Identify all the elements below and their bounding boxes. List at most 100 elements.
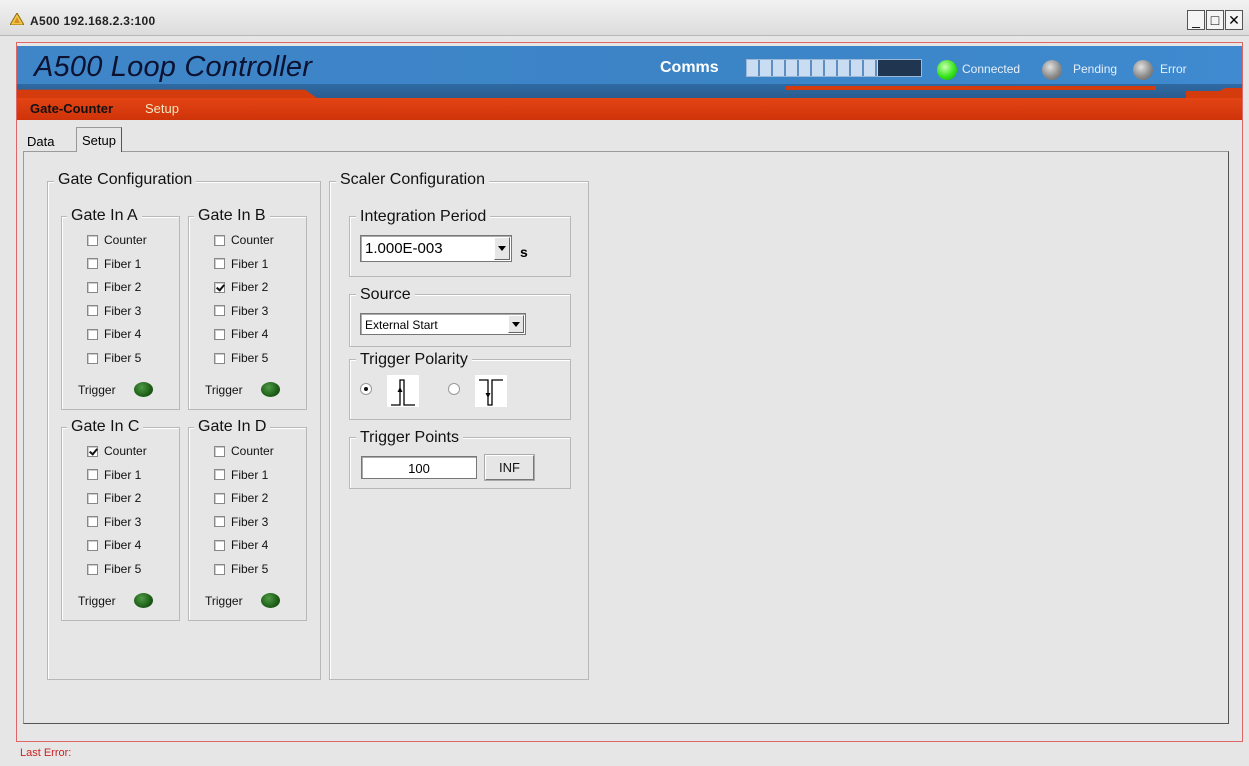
gate-in-a-option[interactable]: Fiber 5 — [87, 351, 141, 365]
gate-in-c-option[interactable]: Fiber 5 — [87, 562, 141, 576]
gate-in-d-checkbox[interactable] — [214, 563, 225, 575]
gate-in-a-option-label: Fiber 5 — [104, 351, 142, 365]
gate-in-b-option-label: Fiber 3 — [231, 303, 269, 318]
gate-in-d-option[interactable]: Counter — [214, 444, 274, 458]
gate-in-d-checkbox[interactable] — [214, 539, 225, 551]
connected-indicator-icon — [937, 60, 957, 80]
gate-in-a-checkbox[interactable] — [87, 234, 98, 246]
gate-in-b-option-label: Fiber 1 — [231, 256, 269, 271]
window-title: A500 192.168.2.3:100 — [30, 14, 156, 28]
gate-in-c-option[interactable]: Fiber 2 — [87, 491, 141, 505]
gate-in-b-title: Gate In B — [194, 207, 270, 225]
gate-in-c-option-label: Fiber 5 — [104, 562, 142, 576]
integration-period-select[interactable]: 1.000E-003 — [360, 235, 512, 262]
source-value: External Start — [365, 318, 438, 332]
gate-in-d-option-label: Fiber 1 — [231, 467, 269, 482]
gate-in-c-option-label: Fiber 3 — [104, 514, 142, 529]
comms-progress-bar — [746, 59, 922, 77]
falling-edge-icon — [475, 375, 507, 407]
gate-in-c-checkbox[interactable] — [87, 445, 98, 457]
gate-in-c-option[interactable]: Fiber 1 — [87, 468, 141, 482]
gate-in-d-option[interactable]: Fiber 3 — [214, 515, 268, 529]
gate-in-b-option[interactable]: Fiber 4 — [214, 327, 268, 341]
gate-in-d-option-label: Fiber 2 — [231, 491, 269, 506]
gate-in-b-checkbox[interactable] — [214, 234, 225, 246]
gate-in-a-option[interactable]: Fiber 3 — [87, 304, 141, 318]
gate-in-a-option[interactable]: Fiber 2 — [87, 280, 141, 294]
scaler-configuration-title: Scaler Configuration — [336, 171, 489, 189]
dropdown-button[interactable] — [508, 315, 524, 333]
error-indicator-icon — [1133, 60, 1153, 80]
gate-in-d-checkbox[interactable] — [214, 469, 225, 481]
gate-in-c-option[interactable]: Fiber 4 — [87, 538, 141, 552]
gate-in-b-option-label: Counter — [231, 233, 274, 247]
gate-in-b-checkbox[interactable] — [214, 305, 225, 317]
gate-in-b-option[interactable]: Fiber 5 — [214, 351, 268, 365]
dropdown-button[interactable] — [494, 237, 510, 260]
last-error-label: Last Error: — [20, 747, 72, 759]
window-titlebar[interactable]: A500 192.168.2.3:100 _ □ ✕ — [0, 0, 1249, 36]
gate-in-a-option[interactable]: Fiber 1 — [87, 257, 141, 271]
nav-item-setup[interactable]: Setup — [145, 101, 179, 116]
gate-in-c-trigger-led-icon — [134, 593, 153, 608]
gate-in-d-checkbox[interactable] — [214, 445, 225, 457]
tab-data[interactable]: Data — [22, 129, 59, 152]
gate-in-d-option-label: Counter — [231, 444, 274, 458]
gate-in-d-option[interactable]: Fiber 1 — [214, 468, 268, 482]
gate-in-c-checkbox[interactable] — [87, 563, 98, 575]
source-select[interactable]: External Start — [360, 313, 526, 335]
gate-in-a-option[interactable]: Fiber 4 — [87, 327, 141, 341]
gate-in-b-option[interactable]: Fiber 1 — [214, 257, 268, 271]
gate-in-b-checkbox[interactable] — [214, 281, 225, 293]
gate-in-c-option-label: Counter — [104, 444, 147, 458]
gate-in-c-option[interactable]: Fiber 3 — [87, 515, 141, 529]
gate-in-a-trigger-led-icon — [134, 382, 153, 397]
tab-setup[interactable]: Setup — [76, 127, 122, 152]
gate-in-c-option[interactable]: Counter — [87, 444, 147, 458]
gate-in-a-checkbox[interactable] — [87, 328, 98, 340]
gate-in-c-checkbox[interactable] — [87, 516, 98, 528]
gate-in-d-option[interactable]: Fiber 4 — [214, 538, 268, 552]
gate-in-c-checkbox[interactable] — [87, 539, 98, 551]
gate-in-c-title: Gate In C — [67, 418, 144, 436]
maximize-button[interactable]: □ — [1206, 10, 1224, 30]
gate-in-d-option-label: Fiber 4 — [231, 538, 269, 553]
gate-in-d-option[interactable]: Fiber 2 — [214, 491, 268, 505]
gate-in-b-checkbox[interactable] — [214, 328, 225, 340]
warning-triangle-icon — [10, 13, 24, 25]
gate-in-b-option-label: Fiber 5 — [231, 351, 269, 365]
gate-in-c-trigger-label: Trigger — [78, 594, 116, 608]
gate-in-b-checkbox[interactable] — [214, 352, 225, 364]
gate-in-a-checkbox[interactable] — [87, 258, 98, 270]
gate-in-a-checkbox[interactable] — [87, 281, 98, 293]
gate-in-a-title: Gate In A — [67, 207, 142, 225]
gate-in-b-option[interactable]: Counter — [214, 233, 274, 247]
rising-edge-radio[interactable] — [360, 383, 372, 395]
chevron-down-icon — [512, 321, 520, 327]
trigger-points-title: Trigger Points — [356, 429, 463, 447]
gate-in-c-checkbox[interactable] — [87, 469, 98, 481]
trigger-polarity-title: Trigger Polarity — [356, 351, 472, 369]
gate-in-c-checkbox[interactable] — [87, 492, 98, 504]
gate-in-b-trigger-led-icon — [261, 382, 280, 397]
gate-in-b-option[interactable]: Fiber 2 — [214, 280, 268, 294]
minimize-button[interactable]: _ — [1187, 10, 1205, 30]
falling-edge-radio[interactable] — [448, 383, 460, 395]
gate-in-a-checkbox[interactable] — [87, 305, 98, 317]
trigger-points-input[interactable]: 100 — [361, 456, 477, 479]
gate-in-a-option[interactable]: Counter — [87, 233, 147, 247]
nav-item-gate-counter[interactable]: Gate-Counter — [30, 101, 113, 116]
connected-label: Connected — [962, 62, 1021, 76]
close-button[interactable]: ✕ — [1225, 10, 1243, 30]
gate-in-b-option[interactable]: Fiber 3 — [214, 304, 268, 318]
gate-in-d-checkbox[interactable] — [214, 516, 225, 528]
gate-in-a-checkbox[interactable] — [87, 352, 98, 364]
gate-in-a-option-label: Fiber 3 — [104, 303, 142, 318]
gate-in-b-checkbox[interactable] — [214, 258, 225, 270]
gate-in-b-option-label: Fiber 4 — [231, 327, 269, 342]
window-controls: _ □ ✕ — [1186, 10, 1243, 30]
gate-in-d-checkbox[interactable] — [214, 492, 225, 504]
inf-button[interactable]: INF — [484, 454, 535, 481]
gate-in-d-option[interactable]: Fiber 5 — [214, 562, 268, 576]
comms-label: Comms — [660, 59, 719, 76]
